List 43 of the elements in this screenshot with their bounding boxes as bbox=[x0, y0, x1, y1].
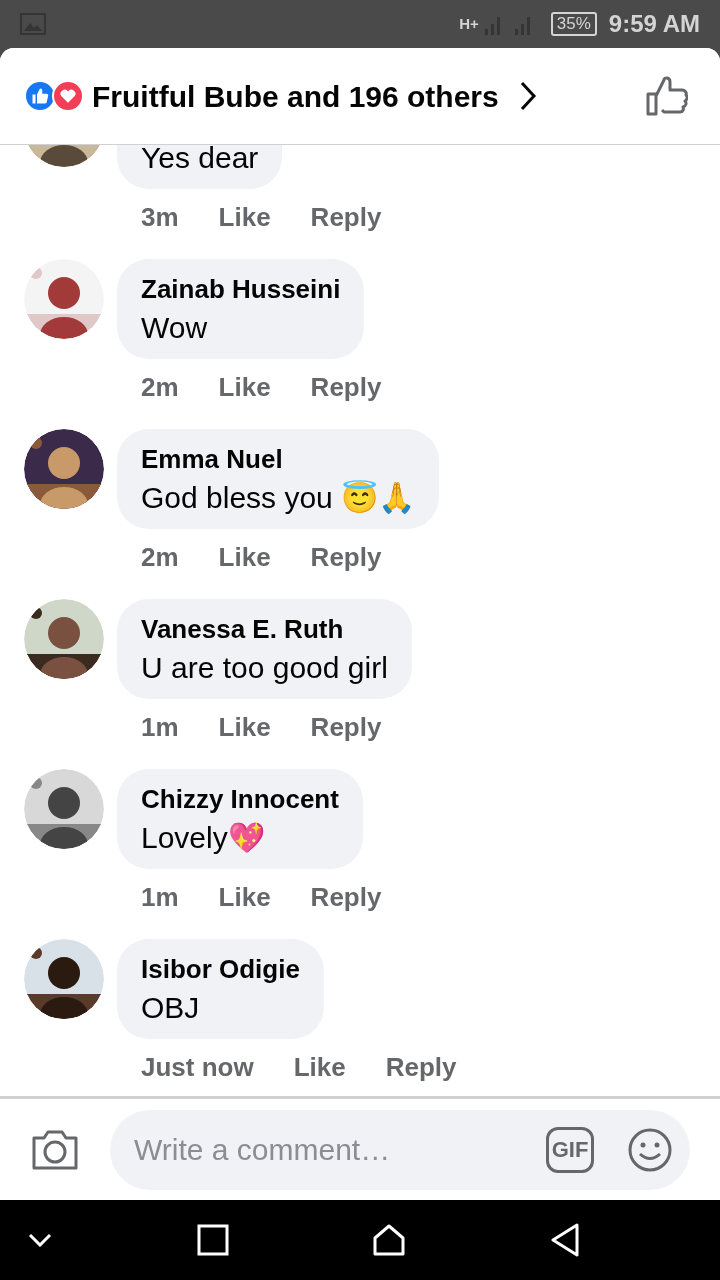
reply-link[interactable]: Reply bbox=[310, 879, 382, 915]
like-link[interactable]: Like bbox=[293, 1049, 346, 1085]
reply-link[interactable]: Reply bbox=[310, 369, 382, 405]
reactions-link[interactable]: Fruitful Bube and 196 others bbox=[92, 73, 537, 119]
comment-time: 3m bbox=[141, 201, 179, 234]
comment-time: 1m bbox=[141, 711, 179, 744]
comment-time: 2m bbox=[141, 541, 179, 574]
commenter-name: Zainab Husseini bbox=[141, 273, 341, 306]
battery-indicator: 35% bbox=[550, 12, 597, 36]
reply-link[interactable]: Reply bbox=[310, 539, 382, 575]
reply-link[interactable]: Reply bbox=[310, 709, 382, 745]
home-icon[interactable] bbox=[373, 1224, 406, 1256]
clock: 9:59 AM bbox=[608, 9, 700, 39]
comment-text: Lovely💖 bbox=[141, 820, 266, 856]
comment-text: U are too good girl bbox=[141, 650, 388, 686]
comment-text: OBJ bbox=[141, 990, 201, 1026]
chevron-down-icon[interactable] bbox=[28, 1233, 52, 1247]
commenter-name: Chizzy Innocent bbox=[141, 783, 339, 816]
like-link[interactable]: Like bbox=[218, 539, 271, 575]
gif-button[interactable]: GIF bbox=[546, 1126, 594, 1173]
commenter-name: Isibor Odigie bbox=[141, 953, 300, 986]
like-link[interactable]: Like bbox=[218, 709, 271, 745]
reaction-icons bbox=[24, 80, 84, 112]
like-link[interactable]: Like bbox=[218, 369, 271, 405]
reply-link[interactable]: Reply bbox=[310, 199, 382, 235]
comment-field[interactable]: Write a comment… GIF bbox=[110, 1109, 690, 1190]
like-link[interactable]: Like bbox=[218, 879, 271, 915]
like-link[interactable]: Like bbox=[218, 199, 271, 235]
comment-text: God bless you 😇🙏 bbox=[141, 479, 416, 516]
network-type: H+ bbox=[459, 13, 479, 34]
commenter-name: Vanessa E. Ruth bbox=[141, 613, 345, 646]
smiley-icon[interactable] bbox=[628, 1127, 672, 1172]
back-icon[interactable] bbox=[549, 1223, 580, 1257]
recents-icon[interactable] bbox=[196, 1224, 229, 1256]
commenter-name: Emma Nuel bbox=[141, 443, 284, 476]
like-icon[interactable] bbox=[646, 76, 688, 116]
comment-text: Yes dear bbox=[141, 145, 259, 176]
comment-time: 1m bbox=[141, 881, 179, 914]
chevron-right-icon bbox=[518, 80, 537, 112]
reply-link[interactable]: Reply bbox=[385, 1049, 457, 1085]
comment-time: 2m bbox=[141, 371, 179, 404]
comment-text: Wow bbox=[141, 310, 209, 346]
comment-time: Just now bbox=[141, 1051, 254, 1084]
